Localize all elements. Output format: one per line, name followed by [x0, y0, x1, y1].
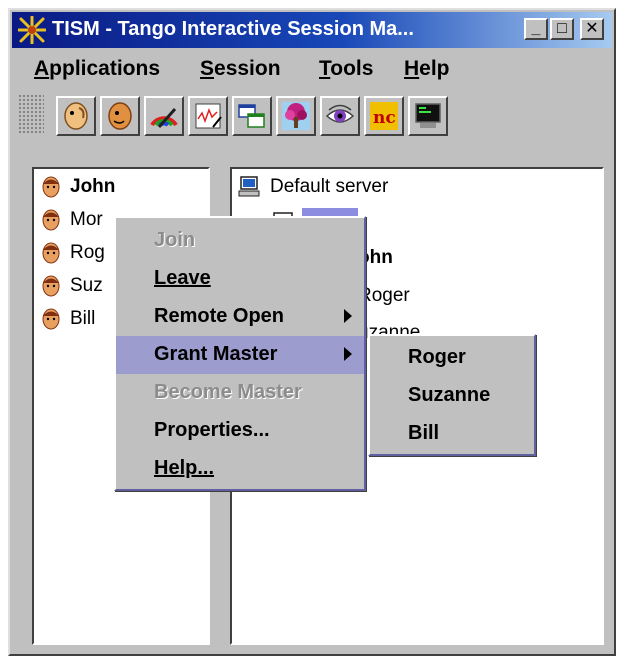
menu-tools[interactable]: Tools — [319, 57, 373, 81]
server-label: Default server — [270, 176, 389, 197]
menu-become-master-label: Become Master — [154, 381, 302, 403]
user-name: Suz — [70, 275, 103, 296]
face-talk-button[interactable] — [100, 96, 140, 136]
menu-properties[interactable]: Properties... — [116, 412, 364, 450]
server-computer-icon — [238, 176, 260, 197]
face-profile-icon — [64, 102, 88, 130]
user-face-icon — [42, 176, 60, 198]
menu-properties-label: Properties... — [154, 419, 270, 441]
toolbar: nc — [12, 90, 612, 140]
submenu-item[interactable]: Roger — [370, 338, 534, 376]
menu-session-mnemonic: S — [200, 57, 215, 80]
menu-session-label: ession — [214, 57, 281, 80]
user-name: Mor — [70, 209, 103, 230]
user-face-icon — [42, 209, 60, 231]
user-name: Rog — [70, 242, 105, 263]
menu-bar: Applications Session Tools Help — [12, 50, 612, 86]
windows-share-icon — [238, 104, 265, 128]
nc-logo-icon: nc — [370, 102, 398, 130]
user-face-icon — [42, 275, 60, 297]
tism-window: TISM - Tango Interactive Session Ma... _… — [8, 8, 616, 656]
menu-applications[interactable]: Applications — [34, 57, 160, 81]
menu-join[interactable]: Join — [116, 222, 364, 260]
user-context-menu: Join Leave Remote Open Grant Master Beco… — [114, 216, 366, 491]
menu-leave-label: Leave — [154, 267, 211, 289]
grant-master-submenu: Roger Suzanne Bill — [368, 334, 536, 456]
maximize-button[interactable]: □ — [550, 18, 574, 40]
menu-applications-mnemonic: A — [34, 57, 50, 80]
tango-app-icon — [18, 16, 46, 44]
menu-tools-mnemonic: T — [319, 57, 331, 80]
paint-palette-icon — [150, 108, 178, 128]
toolbar-grip[interactable] — [18, 94, 44, 134]
terminal-button[interactable] — [408, 96, 448, 136]
user-face-icon — [42, 242, 60, 264]
menu-grant-master-label: Grant Master — [154, 343, 278, 365]
user-list-item[interactable]: Rog — [40, 239, 105, 267]
menu-help-item-label: Help... — [154, 457, 215, 479]
menu-session[interactable]: Session — [200, 57, 281, 81]
menu-tools-label: ools — [330, 57, 374, 80]
paint-button[interactable] — [144, 96, 184, 136]
whiteboard-button[interactable] — [188, 96, 228, 136]
menu-help-mnemonic: H — [404, 57, 420, 80]
tree-image-icon — [282, 102, 310, 130]
submenu-item-label: Roger — [408, 346, 466, 368]
submenu-item-label: Bill — [408, 422, 440, 444]
submenu-item[interactable]: Suzanne — [370, 376, 534, 414]
menu-applications-label: pplications — [49, 57, 161, 80]
face-profile-button[interactable] — [56, 96, 96, 136]
menu-become-master[interactable]: Become Master — [116, 374, 364, 412]
windows-share-button[interactable] — [232, 96, 272, 136]
menu-help[interactable]: Help — [404, 57, 450, 81]
minimize-button[interactable]: _ — [524, 18, 548, 40]
menu-help-item[interactable]: Help... — [116, 450, 364, 488]
user-face-icon — [42, 308, 60, 330]
menu-join-label: Join — [154, 229, 196, 251]
user-list-item[interactable]: Bill — [40, 305, 95, 333]
whiteboard-chart-icon — [195, 103, 222, 129]
menu-grant-master[interactable]: Grant Master — [116, 336, 364, 374]
face-talk-icon — [108, 102, 132, 130]
tree-image-button[interactable] — [276, 96, 316, 136]
menu-help-label: elp — [419, 57, 450, 80]
menu-remote-open[interactable]: Remote Open — [116, 298, 364, 336]
eye-button[interactable] — [320, 96, 360, 136]
eye-icon — [325, 104, 355, 123]
user-list-item[interactable]: Suz — [40, 272, 103, 300]
user-name: Bill — [70, 308, 96, 329]
window-title: TISM - Tango Interactive Session Ma... — [52, 18, 414, 40]
user-list-item[interactable]: Mor — [40, 206, 103, 234]
title-bar[interactable]: TISM - Tango Interactive Session Ma... _… — [12, 12, 612, 48]
terminal-icon — [415, 103, 441, 128]
submenu-item[interactable]: Bill — [370, 414, 534, 452]
user-name: John — [70, 176, 116, 197]
nc-button[interactable]: nc — [364, 96, 404, 136]
tree-server-node[interactable]: Default server — [238, 173, 388, 201]
user-list-item[interactable]: John — [40, 173, 115, 201]
menu-leave[interactable]: Leave — [116, 260, 364, 298]
svg-text:nc: nc — [373, 108, 396, 128]
submenu-item-label: Suzanne — [408, 384, 491, 406]
close-button[interactable]: ✕ — [580, 18, 604, 40]
submenu-arrow-icon — [344, 347, 352, 361]
submenu-arrow-icon — [344, 309, 352, 323]
menu-remote-open-label: Remote Open — [154, 305, 285, 327]
